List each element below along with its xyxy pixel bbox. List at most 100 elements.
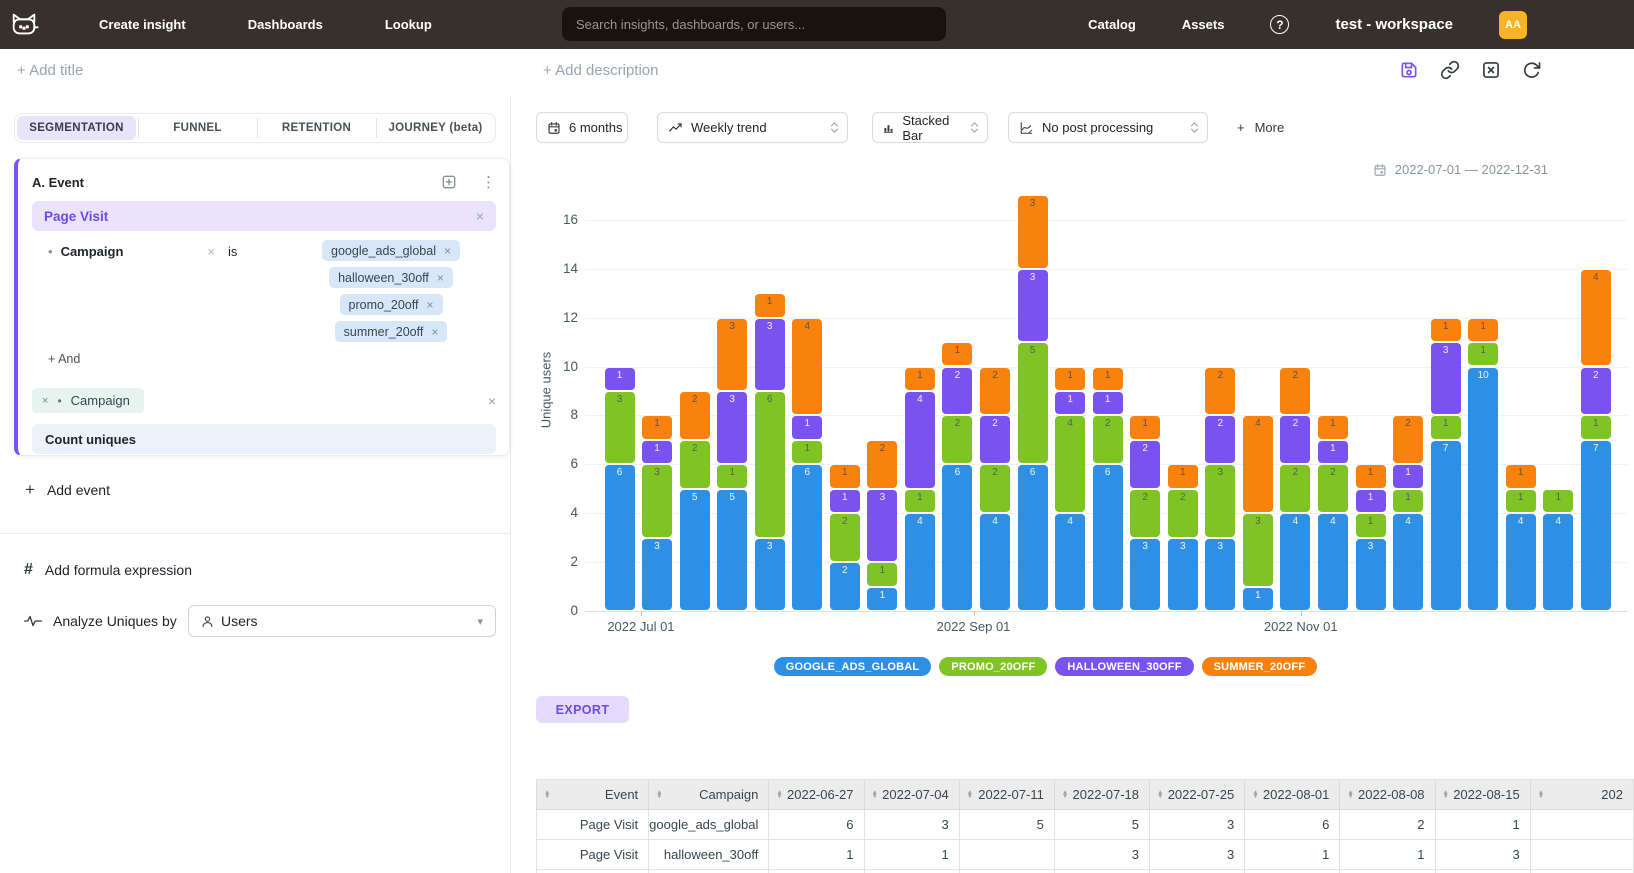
filter-value-tag[interactable]: halloween_30off× (329, 267, 453, 288)
sort-icon[interactable]: ▲▼ (1062, 790, 1068, 798)
bar-segment-google_ads_global[interactable]: 5 (680, 490, 710, 610)
bar-segment-halloween_30off[interactable]: 1 (1318, 441, 1348, 463)
bar-segment-google_ads_global[interactable]: 6 (1018, 465, 1048, 610)
tab-funnel[interactable]: FUNNEL (138, 114, 257, 142)
bar-segment-promo_20off[interactable]: 1 (1543, 490, 1573, 512)
sort-icon[interactable]: ▲▼ (1538, 790, 1544, 798)
bar-segment-summer_20off[interactable]: 1 (1356, 465, 1386, 487)
bar-segment-halloween_30off[interactable]: 3 (1431, 343, 1461, 414)
bar-segment-summer_20off[interactable]: 2 (1393, 416, 1423, 463)
bar-segment-promo_20off[interactable]: 3 (642, 465, 672, 536)
bar-segment-promo_20off[interactable]: 1 (1468, 343, 1498, 365)
column-header[interactable]: ▲▼2022-07-25 (1150, 780, 1245, 810)
bar-segment-halloween_30off[interactable]: 1 (1093, 392, 1123, 414)
bar-segment-halloween_30off[interactable]: 3 (1018, 270, 1048, 341)
bar-segment-promo_20off[interactable]: 2 (1280, 465, 1310, 512)
save-icon[interactable] (1399, 60, 1419, 80)
add-formula-button[interactable]: # Add formula expression (24, 561, 192, 579)
bar-segment-google_ads_global[interactable]: 4 (1506, 514, 1536, 610)
remove-breakdown-icon[interactable]: × (42, 395, 48, 407)
bar-segment-google_ads_global[interactable]: 4 (1055, 514, 1085, 610)
bar-segment-halloween_30off[interactable]: 4 (905, 392, 935, 488)
event-selector[interactable]: Page Visit × (32, 201, 496, 231)
analyze-by-select[interactable]: Users ▾ (188, 605, 496, 637)
tab-retention[interactable]: RETENTION (257, 114, 376, 142)
legend-pill-promo_20off[interactable]: PROMO_20OFF (939, 657, 1047, 676)
bar-segment-halloween_30off[interactable]: 1 (1055, 392, 1085, 414)
bar-segment-promo_20off[interactable]: 1 (1356, 514, 1386, 536)
add-description-field[interactable]: + Add description (543, 62, 659, 79)
bar-segment-promo_20off[interactable]: 3 (605, 392, 635, 463)
bar-segment-halloween_30off[interactable]: 2 (942, 368, 972, 415)
column-header[interactable]: ▲▼Event (537, 780, 649, 810)
post-processing-select[interactable]: No post processing (1008, 112, 1208, 143)
bar-segment-google_ads_global[interactable]: 1 (1243, 588, 1273, 610)
bar-segment-summer_20off[interactable]: 1 (1468, 319, 1498, 341)
bar-segment-google_ads_global[interactable]: 4 (1393, 514, 1423, 610)
bar-segment-summer_20off[interactable]: 3 (717, 319, 747, 390)
kebab-menu-icon[interactable]: ⋮ (481, 175, 496, 190)
filter-property-name[interactable]: Campaign (61, 244, 124, 259)
bar-segment-promo_20off[interactable]: 1 (792, 441, 822, 463)
bar-segment-summer_20off[interactable]: 2 (867, 441, 897, 488)
bar-segment-promo_20off[interactable]: 2 (1130, 490, 1160, 537)
nav-assets[interactable]: Assets (1182, 17, 1225, 32)
sort-icon[interactable]: ▲▼ (1443, 790, 1449, 798)
bar-segment-summer_20off[interactable]: 1 (1506, 465, 1536, 487)
bar-segment-summer_20off[interactable]: 1 (755, 294, 785, 316)
bar-segment-promo_20off[interactable]: 2 (942, 416, 972, 463)
bar-segment-promo_20off[interactable]: 6 (755, 392, 785, 537)
bar-segment-promo_20off[interactable]: 2 (1093, 416, 1123, 463)
bar-segment-halloween_30off[interactable]: 1 (1393, 465, 1423, 487)
bar-segment-google_ads_global[interactable]: 10 (1468, 368, 1498, 611)
bar-segment-promo_20off[interactable]: 1 (717, 465, 747, 487)
bar-segment-summer_20off[interactable]: 4 (792, 319, 822, 415)
sort-icon[interactable]: ▲▼ (872, 790, 878, 798)
bar-segment-summer_20off[interactable]: 1 (942, 343, 972, 365)
bar-segment-google_ads_global[interactable]: 6 (605, 465, 635, 610)
tab-segmentation[interactable]: SEGMENTATION (17, 116, 136, 140)
bar-segment-summer_20off[interactable]: 1 (905, 368, 935, 390)
global-search[interactable] (562, 7, 946, 41)
remove-value-icon[interactable]: × (426, 298, 433, 312)
add-title-field[interactable]: + Add title (17, 62, 83, 79)
more-button[interactable]: + More (1237, 112, 1284, 143)
bar-segment-promo_20off[interactable]: 1 (1581, 416, 1611, 438)
breakdown-tag[interactable]: × • Campaign (32, 388, 144, 413)
bar-segment-halloween_30off[interactable]: 2 (980, 416, 1010, 463)
bar-segment-halloween_30off[interactable]: 3 (867, 490, 897, 561)
bar-segment-summer_20off[interactable]: 4 (1581, 270, 1611, 366)
nav-create-insight[interactable]: Create insight (99, 17, 186, 32)
sort-icon[interactable]: ▲▼ (776, 790, 782, 798)
bar-segment-promo_20off[interactable]: 3 (1205, 465, 1235, 536)
bar-segment-google_ads_global[interactable]: 4 (1543, 514, 1573, 610)
bar-segment-summer_20off[interactable]: 4 (1243, 416, 1273, 512)
refresh-icon[interactable] (1522, 60, 1542, 80)
cat-logo-icon[interactable] (9, 11, 39, 38)
bar-segment-google_ads_global[interactable]: 3 (1356, 539, 1386, 610)
bar-segment-google_ads_global[interactable]: 1 (867, 588, 897, 610)
legend-pill-summer_20off[interactable]: SUMMER_20OFF (1202, 657, 1318, 676)
remove-value-icon[interactable]: × (431, 325, 438, 339)
bar-segment-promo_20off[interactable]: 1 (867, 563, 897, 585)
remove-filter-icon[interactable]: × (207, 240, 215, 342)
bar-segment-halloween_30off[interactable]: 2 (1130, 441, 1160, 488)
sort-icon[interactable]: ▲▼ (967, 790, 973, 798)
nav-lookup[interactable]: Lookup (385, 17, 432, 32)
bar-segment-promo_20off[interactable]: 1 (1431, 416, 1461, 438)
remove-value-icon[interactable]: × (437, 271, 444, 285)
bar-segment-promo_20off[interactable]: 1 (905, 490, 935, 512)
legend-pill-halloween_30off[interactable]: HALLOWEEN_30OFF (1055, 657, 1193, 676)
filter-value-tag[interactable]: promo_20off× (340, 294, 443, 315)
bar-segment-summer_20off[interactable]: 1 (830, 465, 860, 487)
filter-operator[interactable]: is (228, 240, 237, 342)
nav-dashboards[interactable]: Dashboards (248, 17, 323, 32)
bar-segment-google_ads_global[interactable]: 3 (1168, 539, 1198, 610)
avatar[interactable]: AA (1499, 11, 1527, 39)
bar-segment-google_ads_global[interactable]: 4 (905, 514, 935, 610)
bar-segment-promo_20off[interactable]: 2 (980, 465, 1010, 512)
filter-property[interactable]: • Campaign (32, 240, 123, 342)
bar-segment-promo_20off[interactable]: 5 (1018, 343, 1048, 463)
duplicate-icon[interactable] (441, 174, 457, 190)
sort-icon[interactable]: ▲▼ (1347, 790, 1353, 798)
